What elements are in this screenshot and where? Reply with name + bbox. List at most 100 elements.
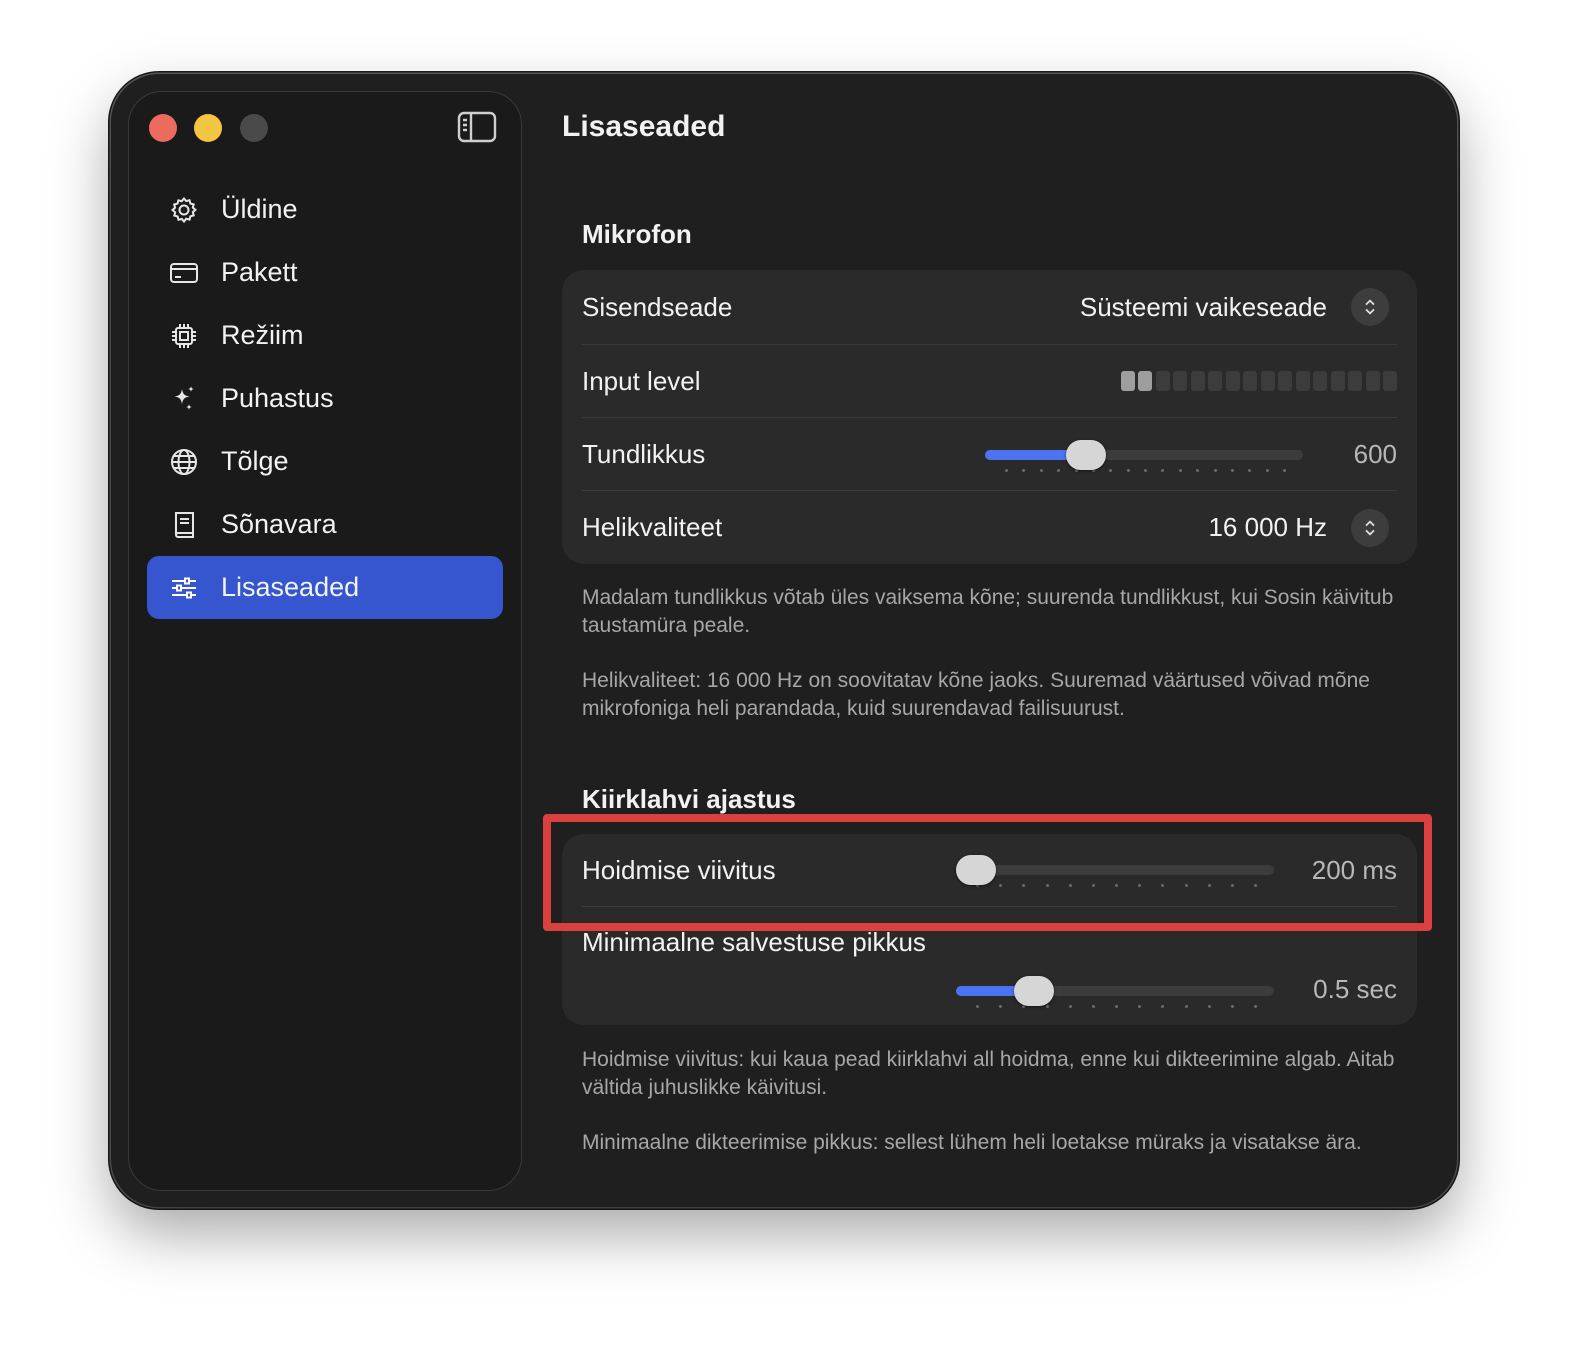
slider-tick (976, 1005, 979, 1008)
sidebar-nav: Üldine Pakett Režiim Puhastus Tõlge Sõna… (147, 178, 503, 619)
level-segment (1313, 371, 1327, 391)
slider-tick (1144, 469, 1147, 472)
page-title: Lisaseaded (562, 110, 726, 143)
sidebar-toggle-icon[interactable] (457, 111, 497, 143)
sensitivity-label: Tundlikkus (582, 438, 706, 469)
slider-tick (1126, 469, 1130, 472)
slider-knob[interactable] (1065, 440, 1106, 470)
slider-tick (1068, 1005, 1072, 1008)
chevron-up-down-icon (1365, 299, 1375, 315)
level-segment (1330, 371, 1345, 391)
slider-tick (1178, 469, 1182, 472)
min-length-label: Minimaalne salvestuse pikkus (582, 927, 926, 957)
slider-tick (1184, 1005, 1188, 1008)
level-segment (1295, 371, 1310, 391)
slider-tick (1039, 469, 1043, 472)
sidebar-item-lisaseaded[interactable]: Lisaseaded (147, 556, 503, 619)
sensitivity-value: 600 (1353, 438, 1397, 469)
chip-icon (169, 321, 199, 351)
slider-tick (1115, 1005, 1118, 1008)
level-segment (1225, 371, 1240, 391)
slider-tick (1213, 469, 1217, 472)
mikrofon-help-sensitivity: Madalam tundlikkus võtab üles vaiksema k… (582, 586, 1394, 637)
slider-tick (1248, 469, 1252, 472)
sidebar-item-pakett[interactable]: Pakett (147, 241, 503, 304)
slider-ticks (976, 1005, 1257, 1009)
hotkey-help-hold-delay: Hoidmise viivitus: kui kaua pead kiirkla… (582, 1048, 1395, 1099)
level-segment (1173, 371, 1187, 391)
slider-tick (1161, 1005, 1165, 1008)
slider-tick (1207, 1005, 1211, 1008)
level-segment (1383, 371, 1397, 391)
level-segment (1138, 371, 1152, 391)
sidebar-item-label: Pakett (221, 257, 298, 287)
level-segment (1243, 371, 1257, 391)
slider-tick (1283, 469, 1286, 472)
slider-tick (1161, 469, 1165, 472)
quality-row[interactable]: Helikvaliteet 16 000 Hz (582, 491, 1397, 564)
slider-tick (1109, 469, 1113, 472)
sensitivity-row: Tundlikkus 600 (582, 418, 1397, 491)
min-length-slider[interactable] (956, 971, 1274, 1011)
slider-tick (1091, 1005, 1095, 1008)
level-segment (1190, 371, 1205, 391)
level-segment (1155, 371, 1170, 391)
section-title-mikrofon: Mikrofon (582, 219, 692, 249)
mikrofon-help-quality: Helikvaliteet: 16 000 Hz on soovitatav k… (582, 669, 1370, 720)
highlight-box (543, 814, 1432, 931)
slider-knob[interactable] (1014, 976, 1055, 1006)
input-device-stepper[interactable] (1351, 288, 1389, 326)
sparkles-icon (169, 384, 199, 414)
input-level-label: Input level (582, 365, 701, 396)
sidebar-item-uldine[interactable]: Üldine (147, 178, 503, 241)
slider-tick (1254, 1005, 1257, 1008)
quality-stepper[interactable] (1351, 508, 1389, 547)
minimize-window-button[interactable] (194, 114, 222, 142)
slider-tick (1196, 469, 1200, 472)
input-level-row: Input level (582, 345, 1397, 418)
hotkey-help-min-length: Minimaalne dikteerimise pikkus: sellest … (582, 1131, 1362, 1154)
input-device-value[interactable]: Süsteemi vaikeseade (1080, 292, 1327, 323)
gear-icon (169, 195, 199, 225)
section-title-hotkey: Kiirklahvi ajastus (582, 784, 796, 814)
input-level-meter (1120, 371, 1397, 391)
level-segment (1120, 371, 1135, 391)
sidebar-item-label: Puhastus (221, 383, 334, 413)
close-window-button[interactable] (149, 114, 177, 142)
slider-tick (1230, 1005, 1234, 1008)
level-segment (1260, 371, 1275, 391)
slider-tick (1045, 1005, 1049, 1008)
main-content: Lisaseaded Mikrofon Sisendseade Süsteemi… (562, 74, 1422, 1207)
sidebar-item-label: Režiim (221, 320, 304, 350)
slider-tick (999, 1005, 1003, 1008)
slider-ticks (1005, 469, 1286, 473)
quality-value[interactable]: 16 000 Hz (1208, 512, 1327, 543)
sliders-icon (169, 573, 199, 603)
slider-tick (1138, 1005, 1142, 1008)
level-segment (1365, 371, 1380, 391)
quality-label: Helikvaliteet (582, 512, 723, 542)
slider-tick (1022, 469, 1026, 472)
min-length-value: 0.5 sec (1313, 974, 1397, 1004)
globe-icon (169, 447, 199, 477)
sensitivity-slider[interactable] (985, 435, 1303, 475)
settings-window: Üldine Pakett Režiim Puhastus Tõlge Sõna… (111, 74, 1457, 1207)
sidebar-item-puhastus[interactable]: Puhastus (147, 367, 503, 430)
sidebar-item-reziim[interactable]: Režiim (147, 304, 503, 367)
chevron-up-down-icon (1365, 519, 1375, 536)
mikrofon-group: Sisendseade Süsteemi vaikeseade Input le… (562, 270, 1417, 564)
level-segment (1278, 371, 1292, 391)
slider-tick (1265, 469, 1269, 472)
sidebar-item-label: Üldine (221, 194, 298, 224)
sidebar-item-label: Lisaseaded (221, 572, 360, 602)
sidebar-item-sonavara[interactable]: Sõnavara (147, 493, 503, 556)
slider-tick (1005, 469, 1008, 472)
credit-card-icon (169, 258, 199, 288)
slider-tick (1057, 469, 1061, 472)
slider-tick (1230, 469, 1234, 472)
sidebar-item-label: Tõlge (221, 446, 289, 476)
input-device-row[interactable]: Sisendseade Süsteemi vaikeseade (582, 270, 1397, 345)
zoom-window-button[interactable] (240, 114, 268, 142)
sidebar-item-tolge[interactable]: Tõlge (147, 430, 503, 493)
book-icon (169, 510, 199, 540)
